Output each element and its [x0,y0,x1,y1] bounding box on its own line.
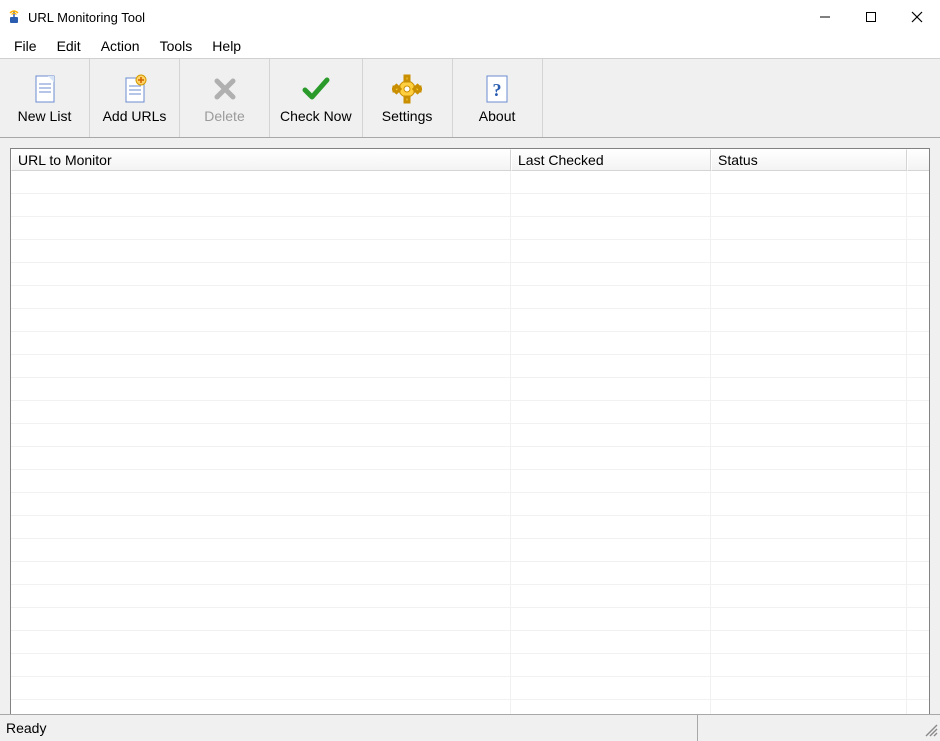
check-now-button[interactable]: Check Now [270,59,363,137]
settings-button[interactable]: Settings [363,59,453,137]
window-title: URL Monitoring Tool [28,10,145,25]
menubar: File Edit Action Tools Help [0,34,940,58]
table-row [11,654,929,677]
status-right-pane [698,715,940,741]
column-header-last[interactable]: Last Checked [511,149,711,171]
table-row [11,424,929,447]
list-body[interactable] [11,171,929,716]
delete-icon [211,72,239,106]
settings-label: Settings [382,108,433,124]
column-header-rest [907,149,929,171]
settings-icon [392,72,422,106]
table-row [11,677,929,700]
table-row [11,493,929,516]
add-urls-label: Add URLs [103,108,167,124]
about-label: About [479,108,516,124]
menu-file[interactable]: File [4,34,47,58]
table-row [11,286,929,309]
toolbar: New List Add URLs [0,58,940,138]
about-icon: ? [484,72,510,106]
add-urls-icon [121,72,149,106]
menu-edit[interactable]: Edit [47,34,91,58]
table-row [11,355,929,378]
table-row [11,608,929,631]
titlebar: URL Monitoring Tool [0,0,940,34]
size-grip[interactable] [920,719,938,737]
table-row [11,516,929,539]
list-header: URL to Monitor Last Checked Status [11,149,929,171]
table-row [11,539,929,562]
close-button[interactable] [894,0,940,34]
new-list-button[interactable]: New List [0,59,90,137]
table-row [11,332,929,355]
table-row [11,378,929,401]
table-row [11,171,929,194]
about-button[interactable]: ? About [453,59,543,137]
table-row [11,240,929,263]
table-row [11,309,929,332]
statusbar: Ready [0,714,940,741]
minimize-button[interactable] [802,0,848,34]
menu-action[interactable]: Action [91,34,150,58]
check-now-label: Check Now [280,108,352,124]
status-text: Ready [0,715,698,741]
add-urls-button[interactable]: Add URLs [90,59,180,137]
column-header-status[interactable]: Status [711,149,907,171]
table-row [11,585,929,608]
table-row [11,562,929,585]
menu-help[interactable]: Help [202,34,251,58]
check-now-icon [301,72,331,106]
table-row [11,401,929,424]
table-row [11,194,929,217]
maximize-button[interactable] [848,0,894,34]
table-row [11,447,929,470]
table-row [11,217,929,240]
new-list-label: New List [18,108,72,124]
svg-text:?: ? [493,80,502,100]
table-row [11,470,929,493]
new-list-icon [31,72,59,106]
delete-label: Delete [204,108,244,124]
app-icon [6,9,22,25]
window-controls [802,0,940,34]
delete-button: Delete [180,59,270,137]
url-list-view[interactable]: URL to Monitor Last Checked Status [10,148,930,717]
menu-tools[interactable]: Tools [150,34,203,58]
table-row [11,263,929,286]
table-row [11,631,929,654]
column-header-url[interactable]: URL to Monitor [11,149,511,171]
content-area: URL to Monitor Last Checked Status [0,138,940,717]
